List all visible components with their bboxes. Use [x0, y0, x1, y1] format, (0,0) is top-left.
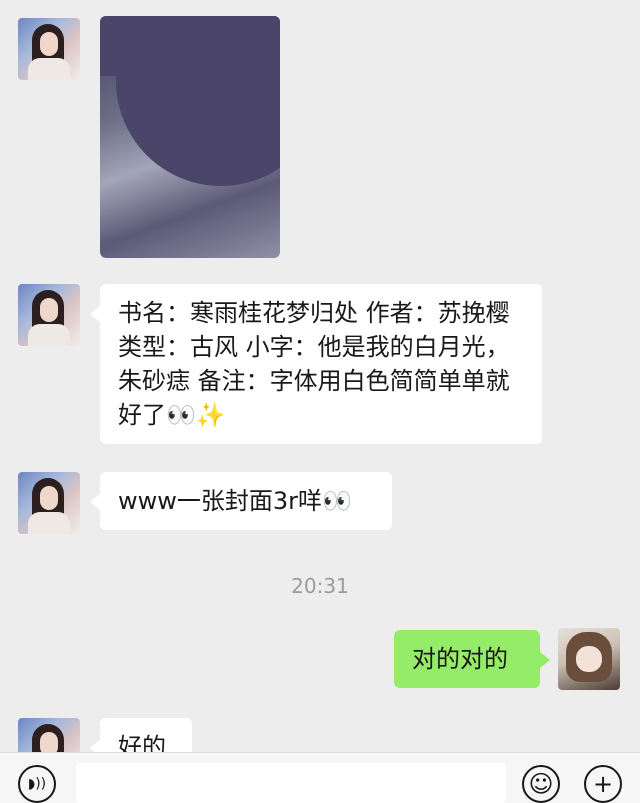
message-row-text: www一张封面3r咩👀: [0, 470, 640, 540]
message-row-image: [0, 0, 640, 270]
voice-icon[interactable]: ◗)): [18, 765, 56, 803]
emoji-glyph: ☺: [528, 770, 554, 798]
timestamp: 20:31: [291, 574, 349, 598]
avatar[interactable]: [18, 18, 80, 80]
plus-glyph: +: [592, 770, 614, 798]
message-input[interactable]: [76, 763, 506, 803]
plus-icon[interactable]: +: [584, 765, 622, 803]
voice-glyph: ◗)): [27, 776, 47, 792]
message-bubble-mine[interactable]: 对的对的: [394, 630, 550, 688]
message-row-mine: 对的对的: [0, 626, 640, 696]
avatar[interactable]: [18, 718, 80, 756]
image-message[interactable]: [100, 16, 280, 258]
avatar-self[interactable]: [558, 628, 620, 690]
message-row-text: 书名：寒雨桂花梦归处 作者：苏挽樱 类型：古风 小字：他是我的白月光，朱砂痣 备…: [0, 282, 640, 452]
input-bar: ◗)) ☺ +: [0, 752, 640, 803]
avatar[interactable]: [18, 284, 80, 346]
emoji-icon[interactable]: ☺: [522, 765, 560, 803]
message-bubble[interactable]: www一张封面3r咩👀: [90, 472, 392, 530]
message-row-text: 好的: [0, 716, 640, 756]
message-bubble[interactable]: 书名：寒雨桂花梦归处 作者：苏挽樱 类型：古风 小字：他是我的白月光，朱砂痣 备…: [90, 284, 542, 444]
avatar[interactable]: [18, 472, 80, 534]
message-bubble[interactable]: 好的: [90, 718, 192, 756]
